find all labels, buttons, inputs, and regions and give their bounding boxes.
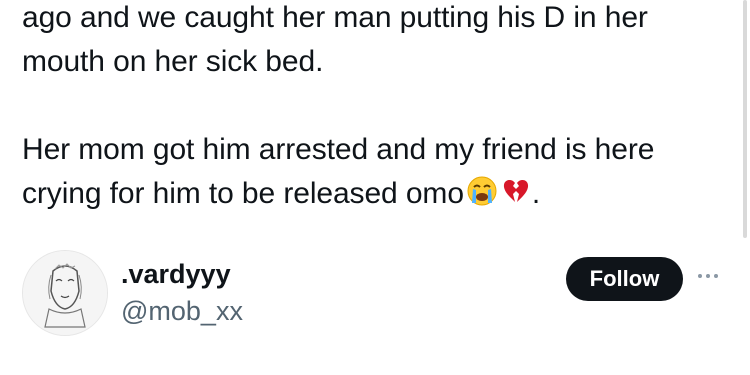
more-dots-icon[interactable] xyxy=(696,268,720,278)
tweet-period: . xyxy=(531,177,541,210)
tweet-line: mouth on her sick bed. xyxy=(22,45,324,78)
crying-face-icon xyxy=(466,175,498,220)
author-handle[interactable]: @mob_xx xyxy=(121,295,243,327)
tweet-body: ago and we caught her man putting his D … xyxy=(22,0,722,220)
scrollbar[interactable] xyxy=(743,0,747,238)
follow-button[interactable]: Follow xyxy=(566,257,683,301)
tweet-line-last: crying for him to be released omo . xyxy=(22,172,722,220)
tweet-line-text: crying for him to be released omo xyxy=(22,177,464,210)
tweet-line: Her mom got him arrested and my friend i… xyxy=(22,133,655,166)
tweet-page: ago and we caught her man putting his D … xyxy=(0,0,750,375)
broken-heart-icon xyxy=(500,175,532,220)
author-display-name[interactable]: .vardyyy xyxy=(121,258,231,290)
tweet-line: ago and we caught her man putting his D … xyxy=(22,1,648,34)
avatar[interactable] xyxy=(22,250,108,336)
avatar-sketch-icon xyxy=(23,251,107,335)
author-card: .vardyyy @mob_xx Follow xyxy=(0,248,750,348)
